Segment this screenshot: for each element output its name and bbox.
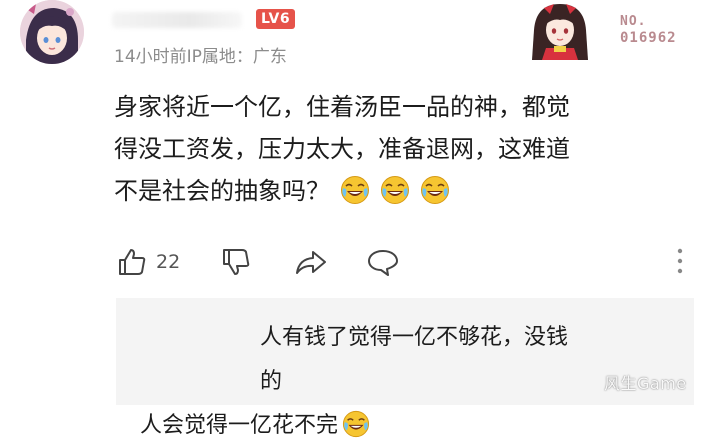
more-options-icon[interactable] xyxy=(674,246,686,276)
reply-button[interactable] xyxy=(366,244,400,280)
reply-line-text: 人会觉得一亿花不完 xyxy=(140,413,339,438)
like-button[interactable]: 22 xyxy=(116,244,180,280)
comment-line: 得没工资发，压力太大，准备退网，这难道 xyxy=(114,135,570,163)
laughing-crying-emoji-icon xyxy=(421,176,449,204)
reply-line: 人有钱了觉得一亿不够花，没钱的 xyxy=(260,325,569,394)
level-badge: LV6 xyxy=(256,9,296,29)
thumbs-up-icon xyxy=(119,249,146,275)
laughing-crying-emoji-icon xyxy=(342,410,370,438)
laughing-crying-emoji-icon xyxy=(341,176,369,204)
share-arrow-icon xyxy=(296,251,326,274)
username-obscured xyxy=(112,12,242,28)
dislike-button[interactable] xyxy=(220,244,252,280)
laughing-crying-emoji-icon xyxy=(381,176,409,204)
comment-body: 身家将近一个亿，住着汤臣一品的神，都觉 得没工资发，压力太大，准备退网，这难道 … xyxy=(114,86,584,212)
user-avatar[interactable] xyxy=(20,0,84,64)
post-time-location: 14小时前IP属地：广东 xyxy=(114,47,287,67)
comment-bubble-icon xyxy=(368,250,398,276)
comment-line: 不是社会的抽象吗？ xyxy=(114,170,584,212)
reply-text: 人有钱了觉得一亿不够花，没钱的 人会觉得一亿花不完 xyxy=(140,316,580,448)
source-watermark: 风生Game xyxy=(604,374,687,393)
deco-number-value: 016962 xyxy=(620,30,677,46)
like-count: 22 xyxy=(156,251,181,273)
comment-line: 身家将近一个亿，住着汤臣一品的神，都觉 xyxy=(114,93,570,121)
thumbs-down-icon xyxy=(223,249,250,275)
comment-line-text: 不是社会的抽象吗？ xyxy=(114,177,330,205)
reply-line: 人会觉得一亿花不完 xyxy=(140,410,370,438)
decorative-number-tag: NO. 016962 xyxy=(620,14,690,46)
deco-no-label: NO. xyxy=(620,14,647,29)
decorative-character-image xyxy=(520,0,598,60)
share-button[interactable] xyxy=(294,244,328,280)
